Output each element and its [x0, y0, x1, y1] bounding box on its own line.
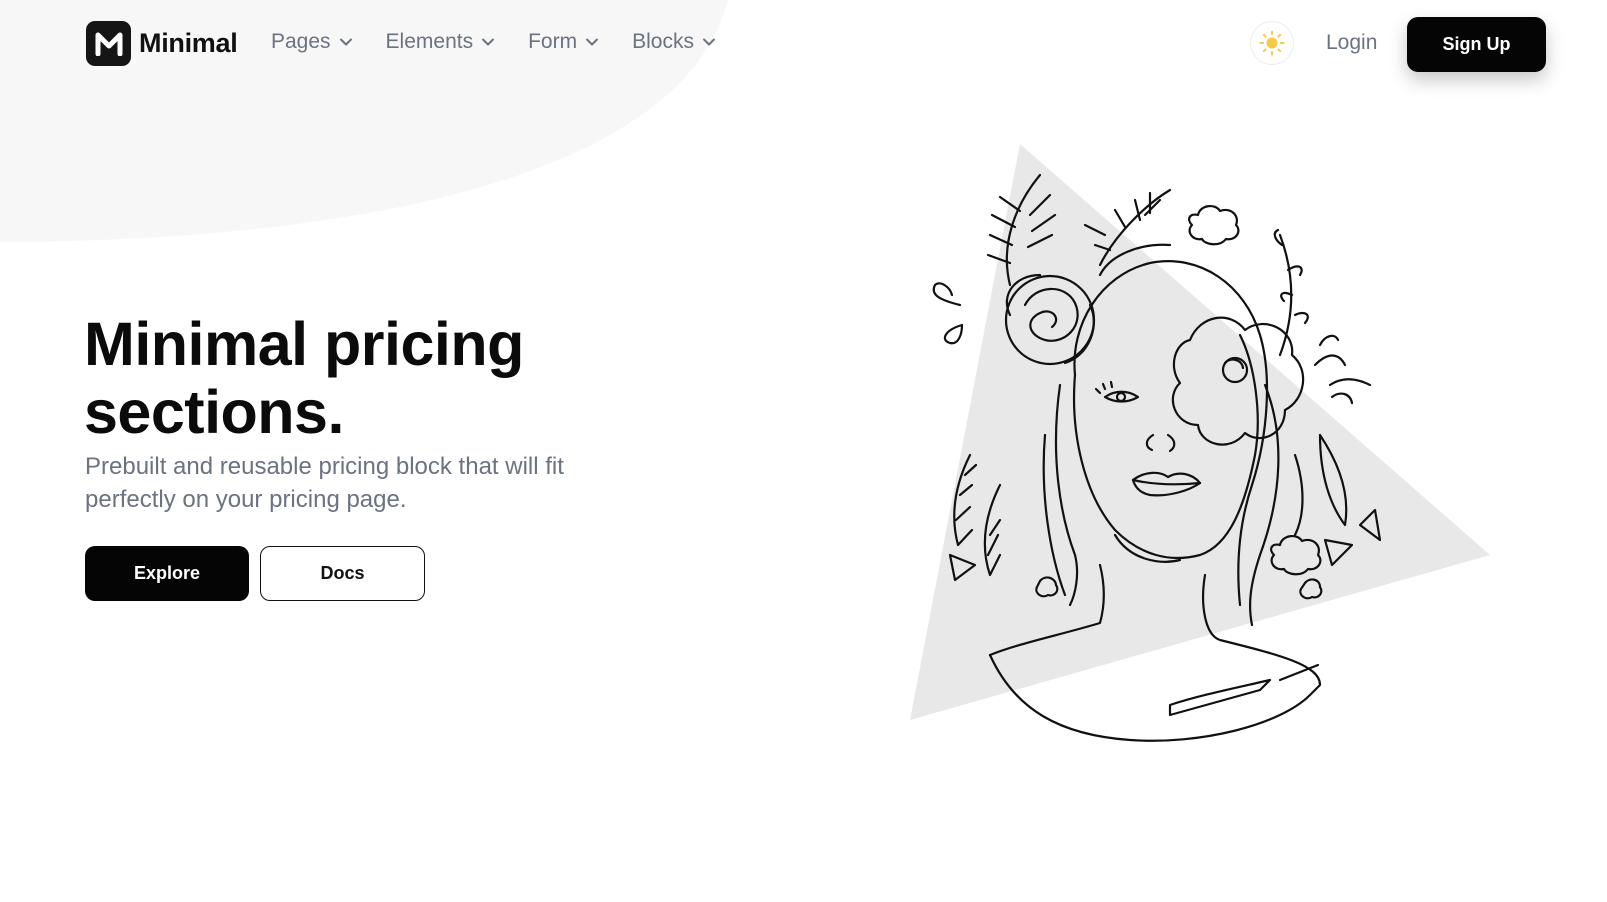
explore-button[interactable]: Explore [85, 546, 249, 601]
brand-logo[interactable]: Minimal [86, 21, 238, 66]
chevron-down-icon [339, 38, 352, 46]
chevron-down-icon [586, 38, 599, 46]
docs-button[interactable]: Docs [260, 546, 425, 601]
nav-item-blocks[interactable]: Blocks [632, 30, 716, 54]
login-link[interactable]: Login [1326, 31, 1377, 55]
signup-button[interactable]: Sign Up [1407, 17, 1546, 72]
theme-toggle-button[interactable] [1250, 21, 1294, 65]
nav-item-label: Blocks [632, 30, 694, 53]
chevron-down-icon [482, 38, 495, 46]
main-nav: Pages Elements Form Blocks [271, 30, 749, 54]
sun-icon [1259, 30, 1285, 56]
brand-name: Minimal [139, 28, 238, 58]
nav-item-label: Elements [385, 30, 474, 53]
hero-illustration [910, 144, 1490, 742]
cloud [1188, 205, 1240, 246]
hero-title: Minimal pricing sections. [84, 310, 524, 446]
nav-item-label: Pages [271, 30, 331, 53]
hero-subtitle: Prebuilt and reusable pricing block that… [85, 453, 564, 513]
nav-item-pages[interactable]: Pages [271, 30, 353, 54]
nav-item-label: Form [528, 30, 578, 53]
logo-mark-icon [86, 21, 131, 66]
nav-item-form[interactable]: Form [528, 30, 599, 54]
top-navbar: Minimal Pages Elements Form Blocks Login… [0, 0, 1607, 88]
nav-item-elements[interactable]: Elements [386, 30, 496, 54]
chevron-down-icon [702, 38, 715, 46]
